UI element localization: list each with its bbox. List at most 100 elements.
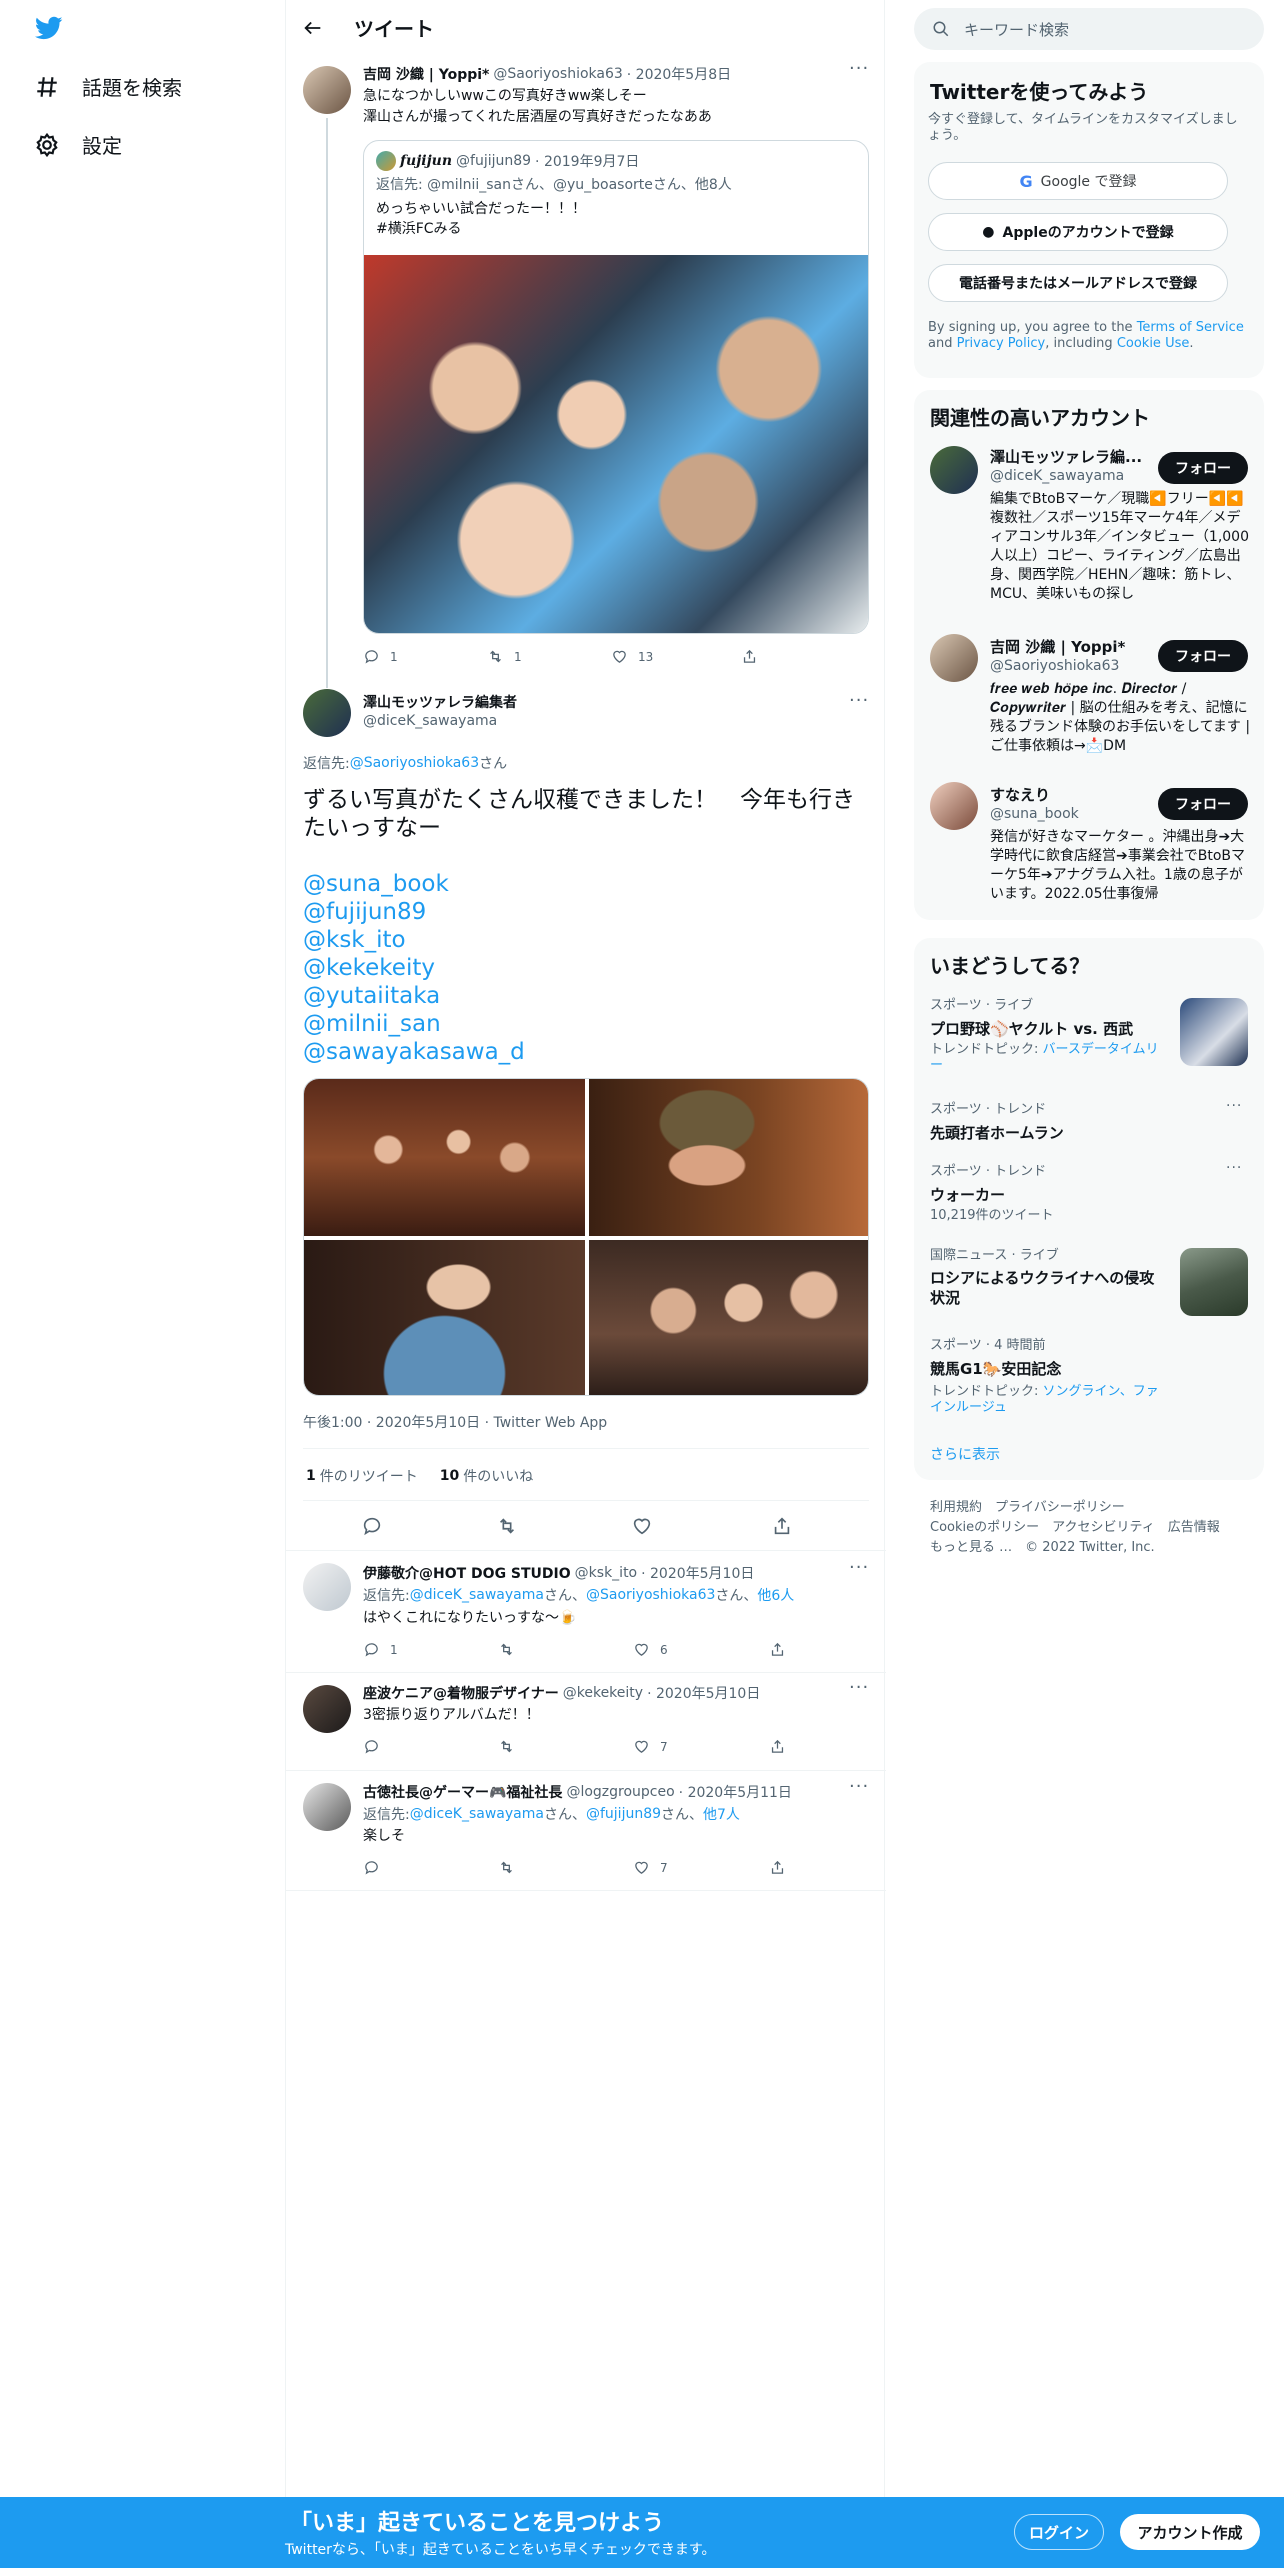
- reply1-more-link[interactable]: 他6人: [757, 1585, 794, 1605]
- footer-more-link[interactable]: もっと見る …: [930, 1540, 1012, 1555]
- google-signup-button[interactable]: G Google で登録: [928, 162, 1228, 200]
- footer-ads-link[interactable]: 広告情報: [1168, 1520, 1220, 1535]
- mention-link[interactable]: @yutaiitaka: [303, 982, 525, 1010]
- main-share-button[interactable]: [771, 1515, 793, 1537]
- related-avatar[interactable]: [930, 446, 978, 494]
- tweet1-retweet-button[interactable]: 1: [487, 648, 611, 665]
- photo-2[interactable]: [589, 1079, 868, 1236]
- mention-link[interactable]: @ksk_ito: [303, 926, 525, 954]
- related-avatar[interactable]: [930, 634, 978, 682]
- photo-1[interactable]: [304, 1079, 585, 1236]
- avatar-ksk-ito[interactable]: [303, 1563, 351, 1611]
- reply1-reply-button[interactable]: 1: [363, 1641, 498, 1658]
- related-handle[interactable]: @suna_book: [990, 806, 1079, 822]
- reply1-to-link[interactable]: @Saoriyoshioka63: [586, 1587, 715, 1603]
- reply1-to-link[interactable]: @diceK_sawayama: [410, 1587, 544, 1603]
- tweet1-reply-button[interactable]: 1: [363, 648, 487, 665]
- reply3-to-link[interactable]: @fujijun89: [586, 1806, 661, 1822]
- avatar-sawayama[interactable]: [303, 689, 351, 737]
- related-handle[interactable]: @diceK_sawayama: [990, 468, 1124, 484]
- avatar-yoppi[interactable]: [303, 66, 351, 114]
- main-more-icon[interactable]: ···: [849, 690, 869, 711]
- photo-4[interactable]: [589, 1240, 868, 1395]
- quote-photo[interactable]: [364, 255, 868, 633]
- reply2-more-icon[interactable]: ···: [849, 1677, 869, 1698]
- reply3-author-handle[interactable]: @logzgroupceo: [566, 1784, 674, 1800]
- main-tweet-meta[interactable]: 午後1:00 · 2020年5月10日 · Twitter Web App: [303, 1412, 607, 1432]
- photo-3[interactable]: [304, 1240, 585, 1395]
- retweets-count[interactable]: 1: [306, 1468, 316, 1484]
- footer-terms-link[interactable]: 利用規約: [930, 1500, 982, 1515]
- tweet1-author-name[interactable]: 吉岡 沙織 | Yoppi*: [363, 64, 489, 84]
- back-arrow-icon[interactable]: [302, 17, 324, 39]
- likes-label[interactable]: 件のいいね: [463, 1466, 533, 1486]
- mention-link[interactable]: @kekekeity: [303, 954, 525, 982]
- reply2-reply-button[interactable]: [363, 1738, 498, 1755]
- related-handle[interactable]: @Saoriyoshioka63: [990, 658, 1119, 674]
- login-button[interactable]: ログイン: [1014, 2514, 1104, 2550]
- reply3-more-link[interactable]: 他7人: [703, 1804, 740, 1824]
- reply3-share-button[interactable]: [769, 1859, 786, 1876]
- signup-button[interactable]: アカウント作成: [1120, 2514, 1260, 2550]
- reply2-retweet-button[interactable]: [498, 1738, 633, 1755]
- footer-privacy-link[interactable]: プライバシーポリシー: [995, 1500, 1125, 1515]
- reply3-reply-button[interactable]: [363, 1859, 498, 1876]
- reply1-more-icon[interactable]: ···: [849, 1557, 869, 1578]
- mention-link[interactable]: @fujijun89: [303, 898, 525, 926]
- twitter-logo-icon[interactable]: [32, 14, 66, 42]
- main-reply-button[interactable]: [361, 1515, 496, 1537]
- reply2-author-handle[interactable]: @kekekeity: [563, 1685, 643, 1701]
- main-author-name[interactable]: 澤山モッツァレラ編集者: [363, 692, 517, 712]
- related-name[interactable]: 吉岡 沙織 | Yoppi*: [990, 636, 1125, 657]
- privacy-link[interactable]: Privacy Policy: [957, 336, 1046, 351]
- avatar-kekekeity[interactable]: [303, 1685, 351, 1733]
- tweet1-author-handle[interactable]: @Saoriyoshioka63: [493, 66, 622, 82]
- tweet1-share-button[interactable]: [741, 648, 758, 665]
- likes-count[interactable]: 10: [440, 1468, 459, 1484]
- reply3-like-button[interactable]: 7: [633, 1859, 769, 1876]
- reply1-share-button[interactable]: [769, 1641, 786, 1658]
- follow-button[interactable]: フォロー: [1158, 788, 1248, 820]
- related-name[interactable]: 澤山モッツァレラ編...: [990, 446, 1142, 467]
- related-name[interactable]: すなえり: [990, 784, 1050, 805]
- retweets-label[interactable]: 件のリツイート: [320, 1466, 418, 1486]
- reply3-date[interactable]: · 2020年5月11日: [679, 1782, 792, 1802]
- reply1-author-handle[interactable]: @ksk_ito: [575, 1565, 637, 1581]
- main-retweet-button[interactable]: [496, 1515, 631, 1537]
- mention-link[interactable]: @sawayakasawa_d: [303, 1038, 525, 1066]
- trends-show-more-link[interactable]: さらに表示: [930, 1444, 1000, 1464]
- reply1-date[interactable]: · 2020年5月10日: [641, 1563, 754, 1583]
- reply3-more-icon[interactable]: ···: [849, 1776, 869, 1797]
- apple-signup-button[interactable]: ● Appleのアカウントで登録: [928, 213, 1228, 251]
- nav-explore[interactable]: 話題を検索: [34, 72, 182, 101]
- search-box[interactable]: キーワード検索: [914, 8, 1264, 50]
- tweet1-more-icon[interactable]: ···: [849, 58, 869, 79]
- main-reply-user-link[interactable]: @Saoriyoshioka63: [350, 755, 479, 771]
- trend-more-icon[interactable]: ···: [1226, 1160, 1242, 1176]
- follow-button[interactable]: フォロー: [1158, 452, 1248, 484]
- trend-more-icon[interactable]: ···: [1226, 1098, 1242, 1114]
- reply3-author-name[interactable]: 古徳社長@ゲーマー🎮福祉社長: [363, 1782, 562, 1802]
- reply2-share-button[interactable]: [769, 1738, 786, 1755]
- related-avatar[interactable]: [930, 782, 978, 830]
- reply1-like-button[interactable]: 6: [633, 1641, 769, 1658]
- quoted-tweet[interactable]: fujijun @fujijun89 · 2019年9月7日 返信先: @mil…: [363, 140, 869, 634]
- main-author-handle[interactable]: @diceK_sawayama: [363, 713, 497, 729]
- tweet1-like-button[interactable]: 13: [611, 648, 741, 665]
- phone-signup-button[interactable]: 電話番号またはメールアドレスで登録: [928, 264, 1228, 302]
- reply1-author-name[interactable]: 伊藤敬介@HOT DOG STUDIO: [363, 1563, 571, 1583]
- follow-button[interactable]: フォロー: [1158, 640, 1248, 672]
- main-like-button[interactable]: [631, 1515, 771, 1537]
- mention-link[interactable]: @milnii_san: [303, 1010, 525, 1038]
- mention-link[interactable]: @suna_book: [303, 870, 525, 898]
- reply3-to-link[interactable]: @diceK_sawayama: [410, 1806, 544, 1822]
- footer-cookie-link[interactable]: Cookieのポリシー: [930, 1520, 1039, 1535]
- footer-accessibility-link[interactable]: アクセシビリティ: [1052, 1520, 1155, 1535]
- cookie-link[interactable]: Cookie Use: [1117, 336, 1190, 351]
- tweet1-date[interactable]: · 2020年5月8日: [627, 64, 731, 84]
- terms-link[interactable]: Terms of Service: [1137, 320, 1244, 335]
- reply2-like-button[interactable]: 7: [633, 1738, 769, 1755]
- reply1-retweet-button[interactable]: [498, 1641, 633, 1658]
- reply2-date[interactable]: · 2020年5月10日: [647, 1683, 760, 1703]
- avatar-logzgroupceo[interactable]: [303, 1783, 351, 1831]
